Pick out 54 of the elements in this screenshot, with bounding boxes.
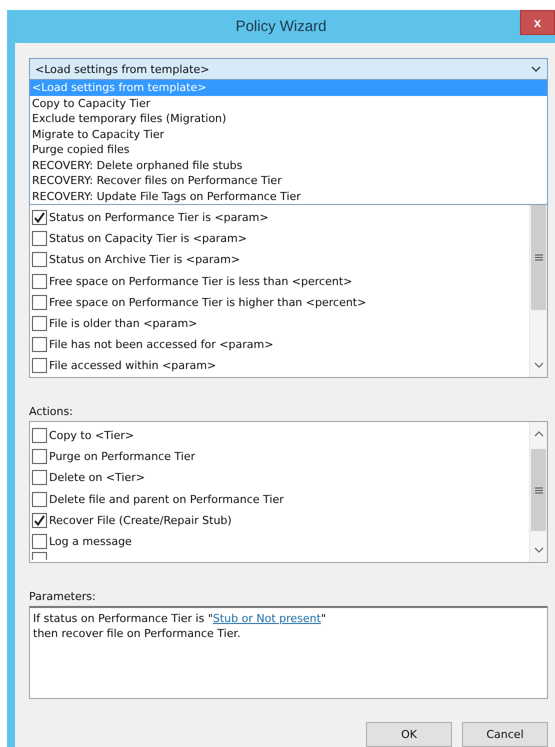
actions-label: Actions:: [29, 404, 74, 419]
scrollbar[interactable]: [529, 422, 547, 562]
parameter-text: If status on Performance Tier is ": [33, 612, 213, 625]
checkbox[interactable]: [32, 337, 47, 352]
grip-icon: [534, 486, 542, 494]
checkbox[interactable]: [32, 210, 47, 226]
condition-label: File has not been accessed for <param>: [49, 338, 274, 352]
dropdown-option[interactable]: RECOVERY: Recover files on Performance Tier: [30, 173, 547, 188]
checkbox[interactable]: [32, 470, 47, 486]
parameter-link[interactable]: Stub or Not present: [212, 612, 321, 625]
condition-label: File accessed within <param>: [49, 359, 216, 372]
checkbox[interactable]: [32, 492, 47, 507]
checkbox[interactable]: [32, 534, 47, 550]
dropdown-option[interactable]: Exclude temporary files (Migration): [30, 111, 547, 126]
chevron-down-icon[interactable]: [534, 362, 544, 369]
chevron-down-icon: [531, 66, 541, 72]
action-label: Recover File (Create/Repair Stub): [49, 514, 232, 527]
cancel-button[interactable]: Cancel: [462, 722, 548, 747]
dropdown-option[interactable]: Copy to Capacity Tier: [30, 96, 547, 111]
checkbox[interactable]: [32, 274, 47, 289]
condition-label: Free space on Performance Tier is higher than <percent>: [49, 296, 366, 309]
condition-label: Free space on Performance Tier is less than <percent>: [49, 274, 352, 288]
dropdown-option[interactable]: Migrate to Capacity Tier: [30, 126, 547, 142]
checkbox[interactable]: [32, 428, 47, 444]
grip-icon: [534, 254, 542, 261]
chevron-up-icon[interactable]: [534, 430, 544, 437]
action-label: Delete on <Tier>: [49, 471, 145, 484]
action-label: Purge on Performance Tier: [49, 450, 196, 464]
condition-label: Status on Performance Tier is <param>: [49, 211, 269, 224]
ok-button[interactable]: OK: [366, 722, 452, 747]
close-button[interactable]: x: [520, 10, 555, 35]
scrollbar[interactable]: [529, 205, 547, 377]
checkbox[interactable]: [32, 316, 47, 332]
parameters-label: Parameters:: [29, 589, 97, 604]
action-label: Copy to <Tier>: [49, 429, 134, 442]
action-label: Delete file and parent on Performance Tier: [49, 492, 284, 506]
condition-label: Status on Capacity Tier is <param>: [49, 232, 247, 246]
checkbox[interactable]: [32, 294, 47, 310]
action-label: Log a message: [49, 535, 132, 548]
checkbox[interactable]: [32, 512, 47, 528]
checkbox[interactable]: [32, 358, 47, 374]
dropdown-option[interactable]: Purge copied files: [30, 142, 547, 158]
window-title: Policy Wizard: [236, 18, 326, 35]
template-dropdown[interactable]: <Load settings from template>: [29, 58, 548, 80]
parameter-text: ": [320, 612, 326, 625]
condition-label: File is older than <param>: [49, 317, 198, 330]
parameter-text: then recover file on Performance Tier.: [33, 626, 242, 641]
condition-label: Status on Archive Tier is <param>: [49, 253, 240, 266]
dropdown-option[interactable]: RECOVERY: Delete orphaned file stubs: [30, 158, 547, 173]
checkbox[interactable]: [32, 252, 47, 268]
checkbox[interactable]: [32, 449, 47, 464]
checkbox[interactable]: [32, 231, 47, 246]
dropdown-option[interactable]: RECOVERY: Update File Tags on Performance Tier: [30, 188, 547, 204]
chevron-down-icon[interactable]: [534, 547, 544, 554]
